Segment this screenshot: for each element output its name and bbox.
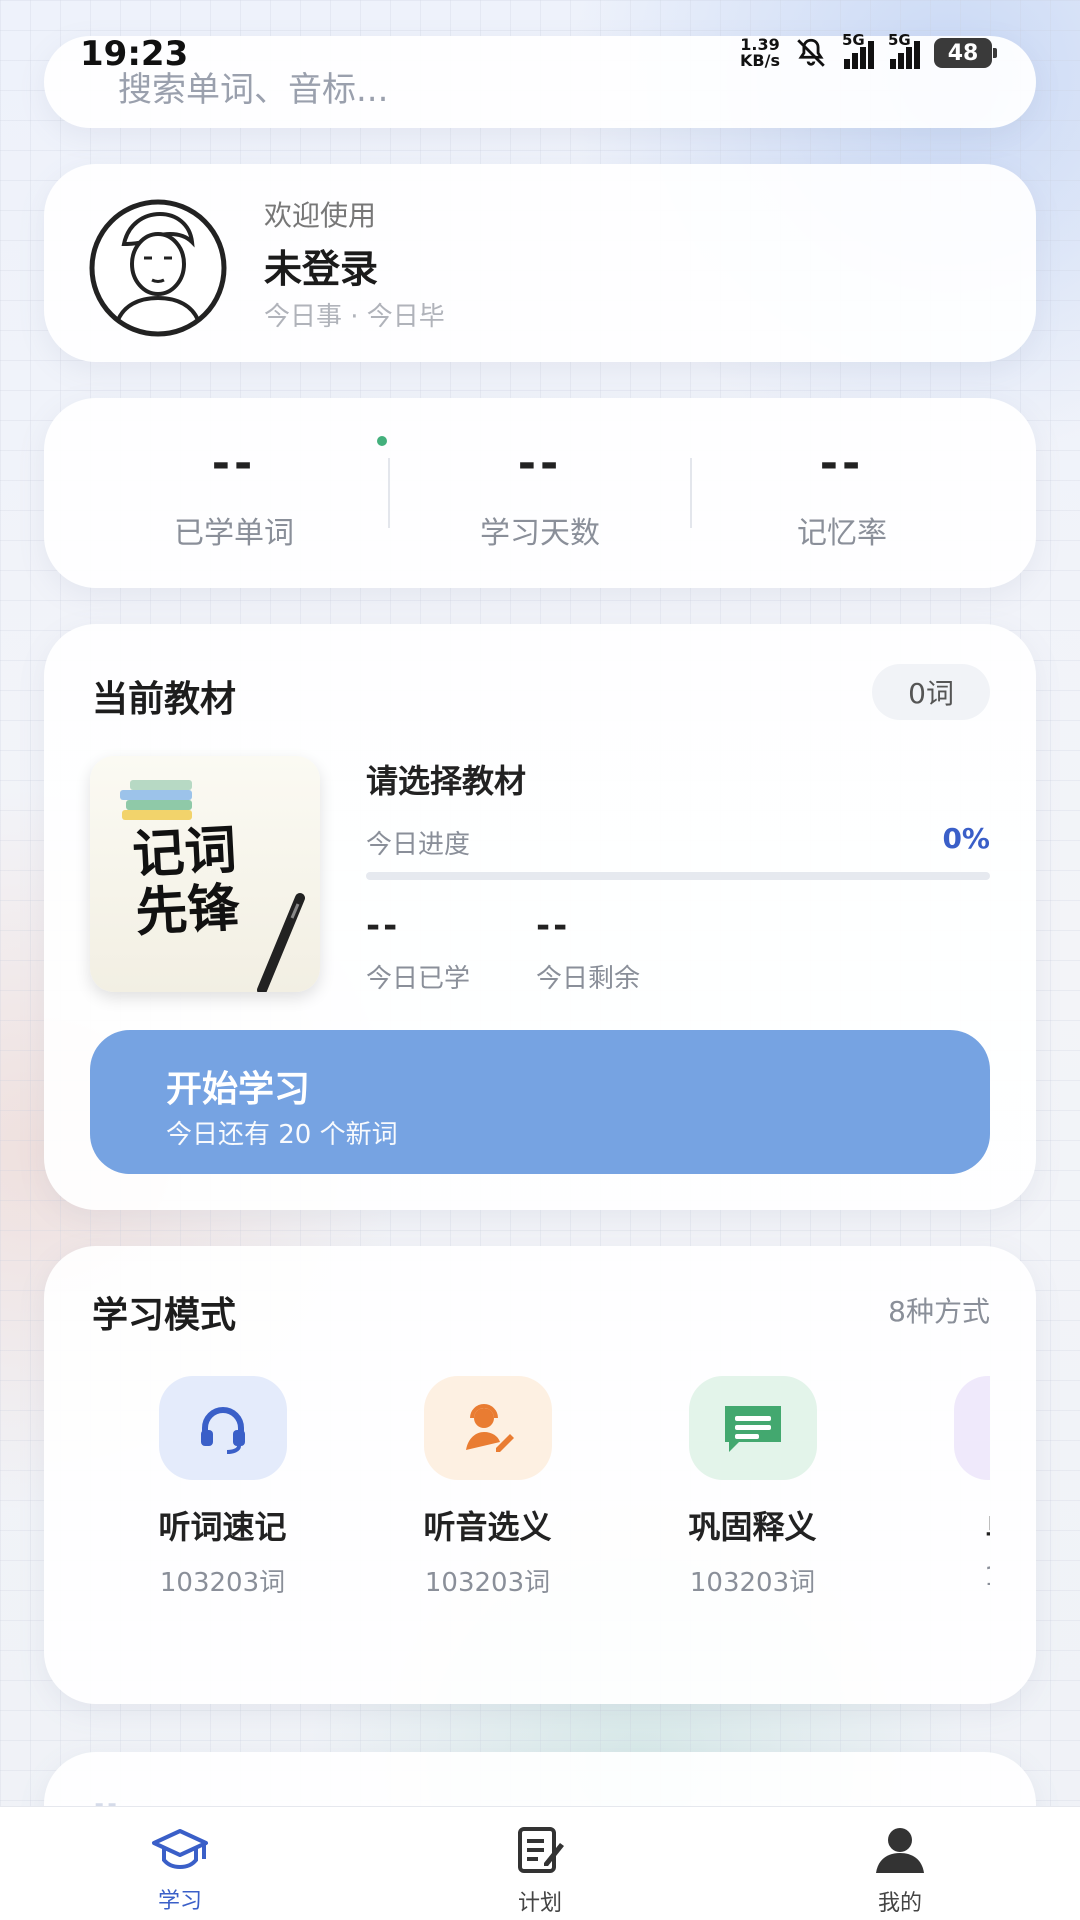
- status-icons: 1.39 KB/s 5G 5G 48: [740, 31, 997, 70]
- message-icon: [724, 1406, 781, 1452]
- today-learned-label: 今日已学: [366, 964, 471, 994]
- username[interactable]: 未登录: [264, 238, 378, 293]
- modes-count: 8种方式: [888, 1295, 990, 1328]
- nav-item-plan[interactable]: 计划: [460, 1825, 620, 1917]
- mode-item[interactable]: 巩固释义 103203词: [620, 1376, 885, 1599]
- stat-study-days: -- 学习天数: [390, 434, 690, 552]
- mode-name: 单词: [885, 1502, 990, 1548]
- stat-value: --: [819, 438, 865, 489]
- mode-count: 103203词: [159, 1568, 286, 1598]
- progress-value: 0%: [942, 822, 990, 855]
- letter-a-icon: [990, 1400, 991, 1456]
- welcome-text: 欢迎使用: [264, 199, 377, 232]
- mode-name: 听词速记: [158, 1508, 287, 1546]
- start-button-title: 开始学习: [166, 1069, 311, 1110]
- today-learned: -- 今日已学: [366, 906, 470, 995]
- modes-row: 听词速记 103203词 听音选义 103203词 巩固释义 103203词: [90, 1376, 990, 1599]
- nav-label: 我的: [877, 1891, 922, 1916]
- progress-bar: [366, 872, 990, 880]
- stats-card: -- 已学单词 -- 学习天数 -- 记忆率: [44, 398, 1036, 588]
- graduation-cap-icon: [152, 1829, 208, 1870]
- motto: 今日事 · 今日毕: [264, 302, 445, 332]
- signal-strength-icon: 5G: [842, 31, 874, 69]
- stat-value: --: [211, 438, 257, 489]
- listening-person-icon: [465, 1404, 514, 1452]
- book-name[interactable]: 请选择教材: [366, 756, 526, 802]
- nav-label: 学习: [157, 1889, 202, 1914]
- stat-learned-words: -- 已学单词: [84, 434, 384, 552]
- cover-title: 记词 先锋: [130, 819, 242, 944]
- start-learning-button[interactable]: 开始学习 今日还有 20 个新词: [90, 1030, 990, 1174]
- mode-item[interactable]: 单词 1032: [885, 1376, 990, 1599]
- nav-item-study[interactable]: 学习: [100, 1825, 260, 1915]
- textbook-cover[interactable]: 记词 先锋: [90, 756, 320, 992]
- status-time: 19:23: [80, 34, 189, 74]
- mode-icon-box: [423, 1376, 552, 1480]
- mode-name: 听音选义: [423, 1508, 552, 1546]
- mode-icon-box: [953, 1376, 991, 1480]
- word-count-badge: 0词: [872, 664, 990, 720]
- stat-label: 记忆率: [797, 516, 887, 551]
- nav-item-mine[interactable]: 我的: [820, 1825, 980, 1917]
- network-speed: 1.39 KB/s: [740, 35, 780, 70]
- mode-item[interactable]: 听音选义 103203词: [355, 1376, 620, 1599]
- user-icon: [876, 1828, 924, 1873]
- profile-card[interactable]: 欢迎使用 未登录 今日事 · 今日毕: [44, 164, 1036, 362]
- mode-count: 103203词: [689, 1568, 816, 1598]
- modes-carousel[interactable]: 听词速记 103203词 听音选义 103203词 巩固释义 103203词: [90, 1376, 990, 1676]
- section-title: 当前教材: [92, 679, 237, 720]
- start-button-subtitle: 今日还有 20 个新词: [166, 1120, 398, 1150]
- bell-muted-icon: [797, 38, 825, 67]
- mode-icon-box: [158, 1376, 287, 1480]
- headphones-icon: [200, 1407, 245, 1454]
- today-learned-value: --: [366, 906, 401, 946]
- mode-count: 1032: [885, 1562, 990, 1592]
- stat-label: 已学单词: [174, 516, 294, 551]
- current-textbook-card: 当前教材 0词 记词 先锋 请选择教材 今日进度 0% -- 今日已学 -- 今…: [44, 624, 1036, 1210]
- mode-icon-box: [688, 1376, 817, 1480]
- battery-icon: 48: [934, 38, 997, 68]
- bottom-nav: 学习 计划 我的: [0, 1806, 1080, 1920]
- mode-count: 103203词: [424, 1568, 551, 1598]
- mode-name: 巩固释义: [688, 1508, 817, 1546]
- signal-strength-icon: 5G: [888, 31, 920, 69]
- learning-modes-card: 学习模式 8种方式 听词速记 103203词 听音选义 103203词 巩固释义…: [44, 1246, 1036, 1704]
- pen-icon: [257, 893, 305, 992]
- today-remaining: -- 今日剩余: [536, 906, 640, 995]
- nav-label: 计划: [517, 1891, 562, 1916]
- stat-value: --: [517, 438, 563, 489]
- progress-label: 今日进度: [366, 830, 471, 860]
- today-remaining-label: 今日剩余: [536, 964, 641, 994]
- status-bar: 19:23 1.39 KB/s 5G 5G 48: [0, 0, 1080, 90]
- plan-edit-icon: [518, 1827, 564, 1873]
- stat-label: 学习天数: [480, 516, 600, 551]
- section-title: 学习模式: [92, 1295, 237, 1336]
- stat-memory-rate: -- 记忆率: [692, 434, 992, 552]
- avatar[interactable]: [88, 198, 228, 338]
- mode-item[interactable]: 听词速记 103203词: [90, 1376, 355, 1599]
- today-remaining-value: --: [536, 906, 571, 946]
